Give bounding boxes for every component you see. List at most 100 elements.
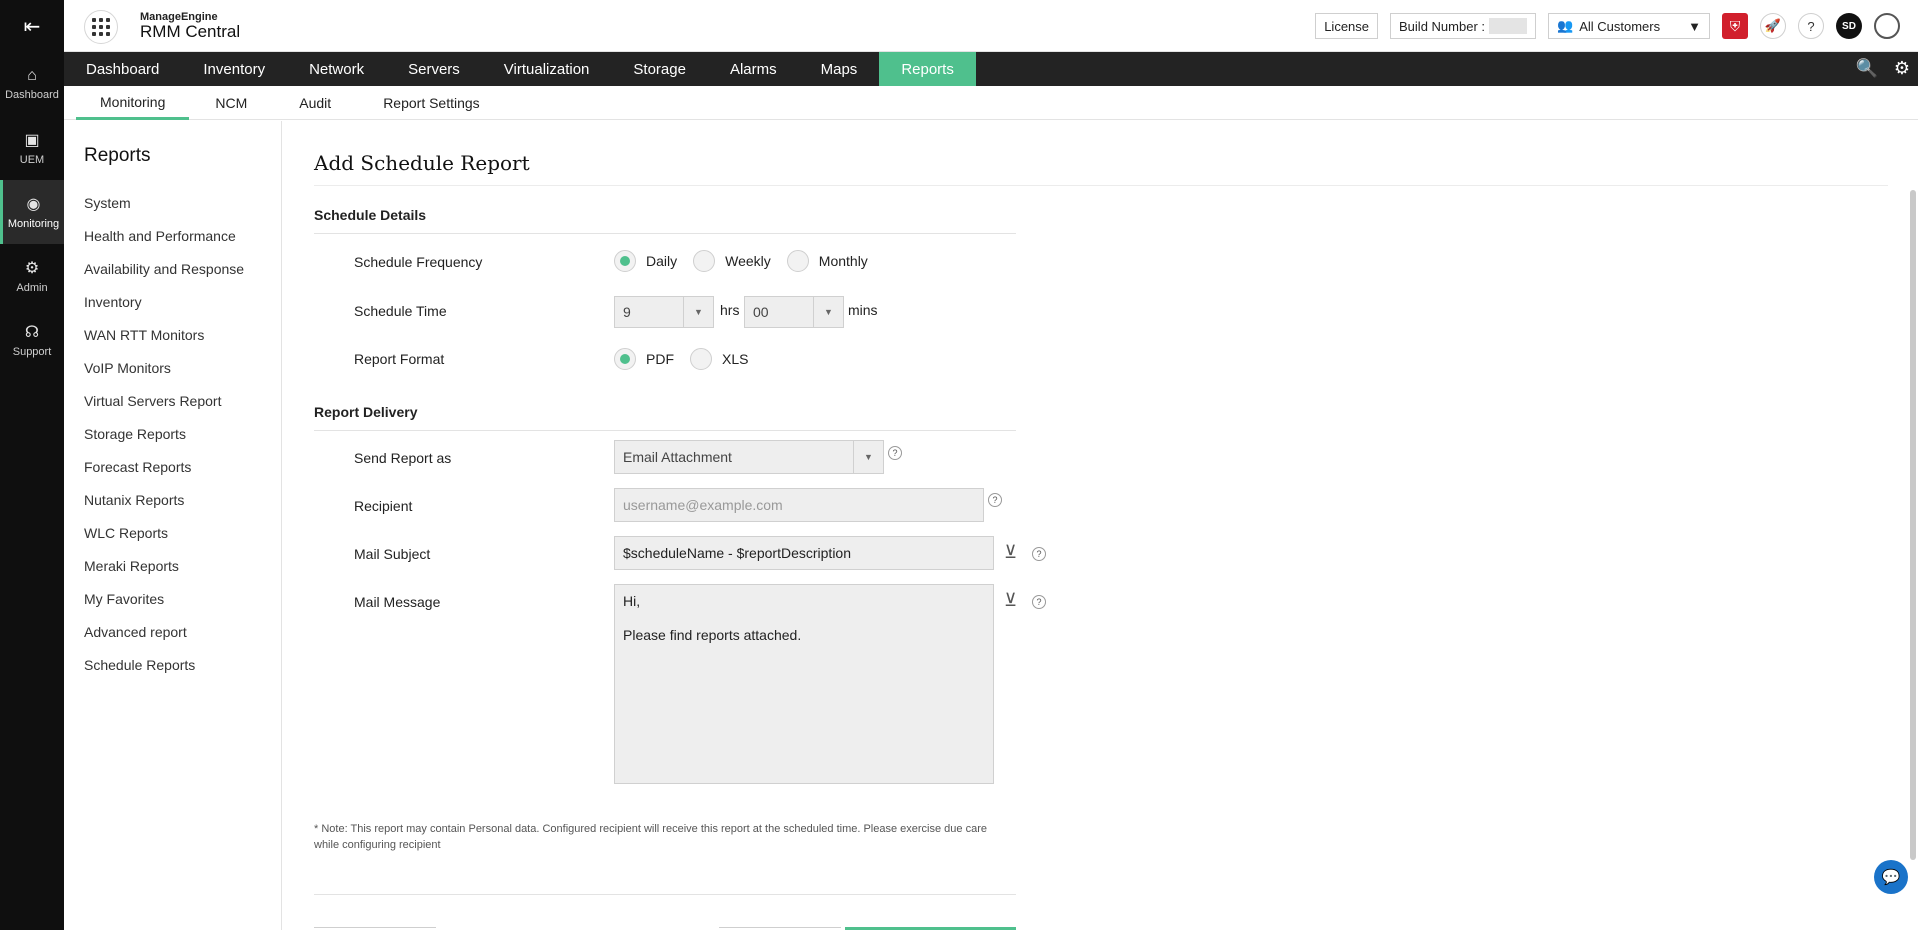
build-number: Build Number : — [1390, 13, 1536, 39]
subtab-audit[interactable]: Audit — [273, 86, 357, 120]
nav-reports[interactable]: Reports — [879, 52, 976, 86]
settings-gear-icon[interactable]: ⚙ — [1894, 58, 1910, 79]
user-profile-icon[interactable] — [1874, 13, 1900, 39]
subtab-ncm[interactable]: NCM — [189, 86, 273, 120]
sidebar-item-wan-rtt[interactable]: WAN RTT Monitors — [64, 319, 281, 352]
nav-network[interactable]: Network — [287, 52, 386, 86]
app-grid-button[interactable] — [84, 10, 118, 44]
sidebar-item-voip[interactable]: VoIP Monitors — [64, 352, 281, 385]
sidebar-item-availability[interactable]: Availability and Response — [64, 253, 281, 286]
sidebar-item-inventory[interactable]: Inventory — [64, 286, 281, 319]
scrollbar[interactable] — [1910, 190, 1916, 860]
nav-dashboard[interactable]: Dashboard — [64, 52, 181, 86]
rail-label: Dashboard — [5, 89, 59, 101]
message-label: Mail Message — [354, 594, 441, 610]
main-nav: Dashboard Inventory Network Servers Virt… — [64, 52, 1918, 86]
section-report-delivery: Report Delivery — [314, 404, 1016, 431]
sidebar-item-nutanix[interactable]: Nutanix Reports — [64, 484, 281, 517]
rail-item-admin[interactable]: ⚙ Admin — [0, 244, 64, 308]
grid-icon — [92, 18, 110, 36]
nav-servers[interactable]: Servers — [386, 52, 482, 86]
help-icon[interactable]: ? — [888, 446, 902, 460]
message-textarea[interactable]: Hi, Please find reports attached. — [614, 584, 994, 784]
radio-pdf[interactable] — [614, 348, 636, 370]
chat-icon[interactable]: 💬 — [1874, 860, 1908, 894]
help-icon[interactable]: ? — [1032, 595, 1046, 609]
nav-alarms[interactable]: Alarms — [708, 52, 799, 86]
caret-down-icon: ▼ — [813, 297, 843, 327]
recipient-input[interactable]: username@example.com — [614, 488, 984, 522]
sidebar-item-virtual-servers[interactable]: Virtual Servers Report — [64, 385, 281, 418]
sidebar-item-advanced[interactable]: Advanced report — [64, 616, 281, 649]
subject-label: Mail Subject — [354, 546, 431, 562]
rocket-icon[interactable]: 🚀 — [1760, 13, 1786, 39]
personal-data-note: * Note: This report may contain Personal… — [314, 823, 987, 851]
subject-input[interactable]: $scheduleName - $reportDescription — [614, 536, 994, 570]
sidebar-item-schedule[interactable]: Schedule Reports — [64, 649, 281, 682]
filter-icon[interactable]: ⊻ — [1004, 542, 1017, 563]
build-redacted — [1489, 18, 1527, 34]
recipient-label: Recipient — [354, 498, 413, 514]
sidebar-item-forecast[interactable]: Forecast Reports — [64, 451, 281, 484]
subtab-monitoring[interactable]: Monitoring — [76, 86, 190, 120]
radio-weekly-label: Weekly — [725, 253, 771, 269]
sidebar-item-health[interactable]: Health and Performance — [64, 220, 281, 253]
rail-item-uem[interactable]: ▣ UEM — [0, 116, 64, 180]
nav-inventory[interactable]: Inventory — [181, 52, 287, 86]
nav-storage[interactable]: Storage — [611, 52, 708, 86]
radio-monthly-label: Monthly — [818, 253, 868, 269]
monitoring-icon: ◉ — [26, 196, 41, 213]
help-icon[interactable]: ? — [1032, 547, 1046, 561]
rail-item-dashboard[interactable]: ⌂ Dashboard — [0, 52, 64, 116]
customer-select[interactable]: 👥 All Customers ▼ — [1548, 13, 1710, 39]
main-content: Add Schedule Report Schedule Details Sch… — [282, 121, 1918, 930]
license-button[interactable]: License — [1315, 13, 1379, 39]
caret-down-icon: ▼ — [683, 297, 713, 327]
sidebar-item-favorites[interactable]: My Favorites — [64, 583, 281, 616]
admin-icon: ⚙ — [24, 260, 40, 277]
avatar[interactable]: SD — [1836, 13, 1862, 39]
sidebar-item-system[interactable]: System — [64, 187, 281, 220]
minutes-select[interactable]: 00 ▼ — [744, 296, 844, 328]
sidebar-item-meraki[interactable]: Meraki Reports — [64, 550, 281, 583]
hours-value: 9 — [623, 304, 631, 320]
top-bar: ManageEngine RMM Central License Build N… — [64, 0, 1918, 52]
left-rail: ⇤ ⌂ Dashboard ▣ UEM ◉ Monitoring ⚙ Admin… — [0, 0, 64, 930]
nav-maps[interactable]: Maps — [799, 52, 880, 86]
rail-label: Support — [12, 346, 52, 358]
title-divider — [314, 185, 1888, 186]
time-label: Schedule Time — [354, 303, 447, 319]
caret-down-icon: ▼ — [853, 441, 883, 473]
help-icon[interactable]: ? — [988, 493, 1002, 507]
frequency-label: Schedule Frequency — [354, 254, 483, 270]
search-icon[interactable]: 🔍 — [1855, 58, 1877, 79]
send-as-select[interactable]: Email Attachment ▼ — [614, 440, 884, 474]
sidebar-item-storage[interactable]: Storage Reports — [64, 418, 281, 451]
topbar-right: License Build Number : 👥 All Customers ▼… — [1315, 13, 1900, 39]
sidebar-item-wlc[interactable]: WLC Reports — [64, 517, 281, 550]
radio-weekly[interactable] — [693, 250, 716, 272]
nav-virtualization[interactable]: Virtualization — [482, 52, 612, 86]
page-title: Add Schedule Report — [314, 151, 530, 175]
brand-logo[interactable]: ManageEngine RMM Central — [140, 11, 240, 41]
shield-icon[interactable]: ⛨ — [1722, 13, 1748, 39]
radio-daily-label: Daily — [646, 253, 678, 269]
uem-icon: ▣ — [24, 132, 40, 149]
subtab-report-settings[interactable]: Report Settings — [357, 86, 506, 120]
help-icon[interactable]: ? — [1798, 13, 1824, 39]
customer-icon: 👥 — [1557, 18, 1574, 33]
collapse-arrow-icon[interactable]: ⇤ — [0, 0, 64, 52]
footer-divider — [314, 894, 1016, 895]
rail-item-support[interactable]: ☊ Support — [0, 308, 64, 372]
format-radio-group: PDF XLS — [614, 348, 764, 370]
format-label: Report Format — [354, 351, 445, 367]
hours-select[interactable]: 9 ▼ — [614, 296, 714, 328]
radio-monthly[interactable] — [786, 250, 809, 272]
brand-name: RMM Central — [140, 22, 241, 41]
nav-tools: 🔍 ⚙ — [1855, 58, 1910, 79]
rail-label: Admin — [16, 282, 48, 294]
filter-icon[interactable]: ⊻ — [1004, 590, 1017, 611]
radio-daily[interactable] — [614, 250, 636, 272]
radio-xls[interactable] — [690, 348, 712, 370]
rail-item-monitoring[interactable]: ◉ Monitoring — [0, 180, 64, 244]
